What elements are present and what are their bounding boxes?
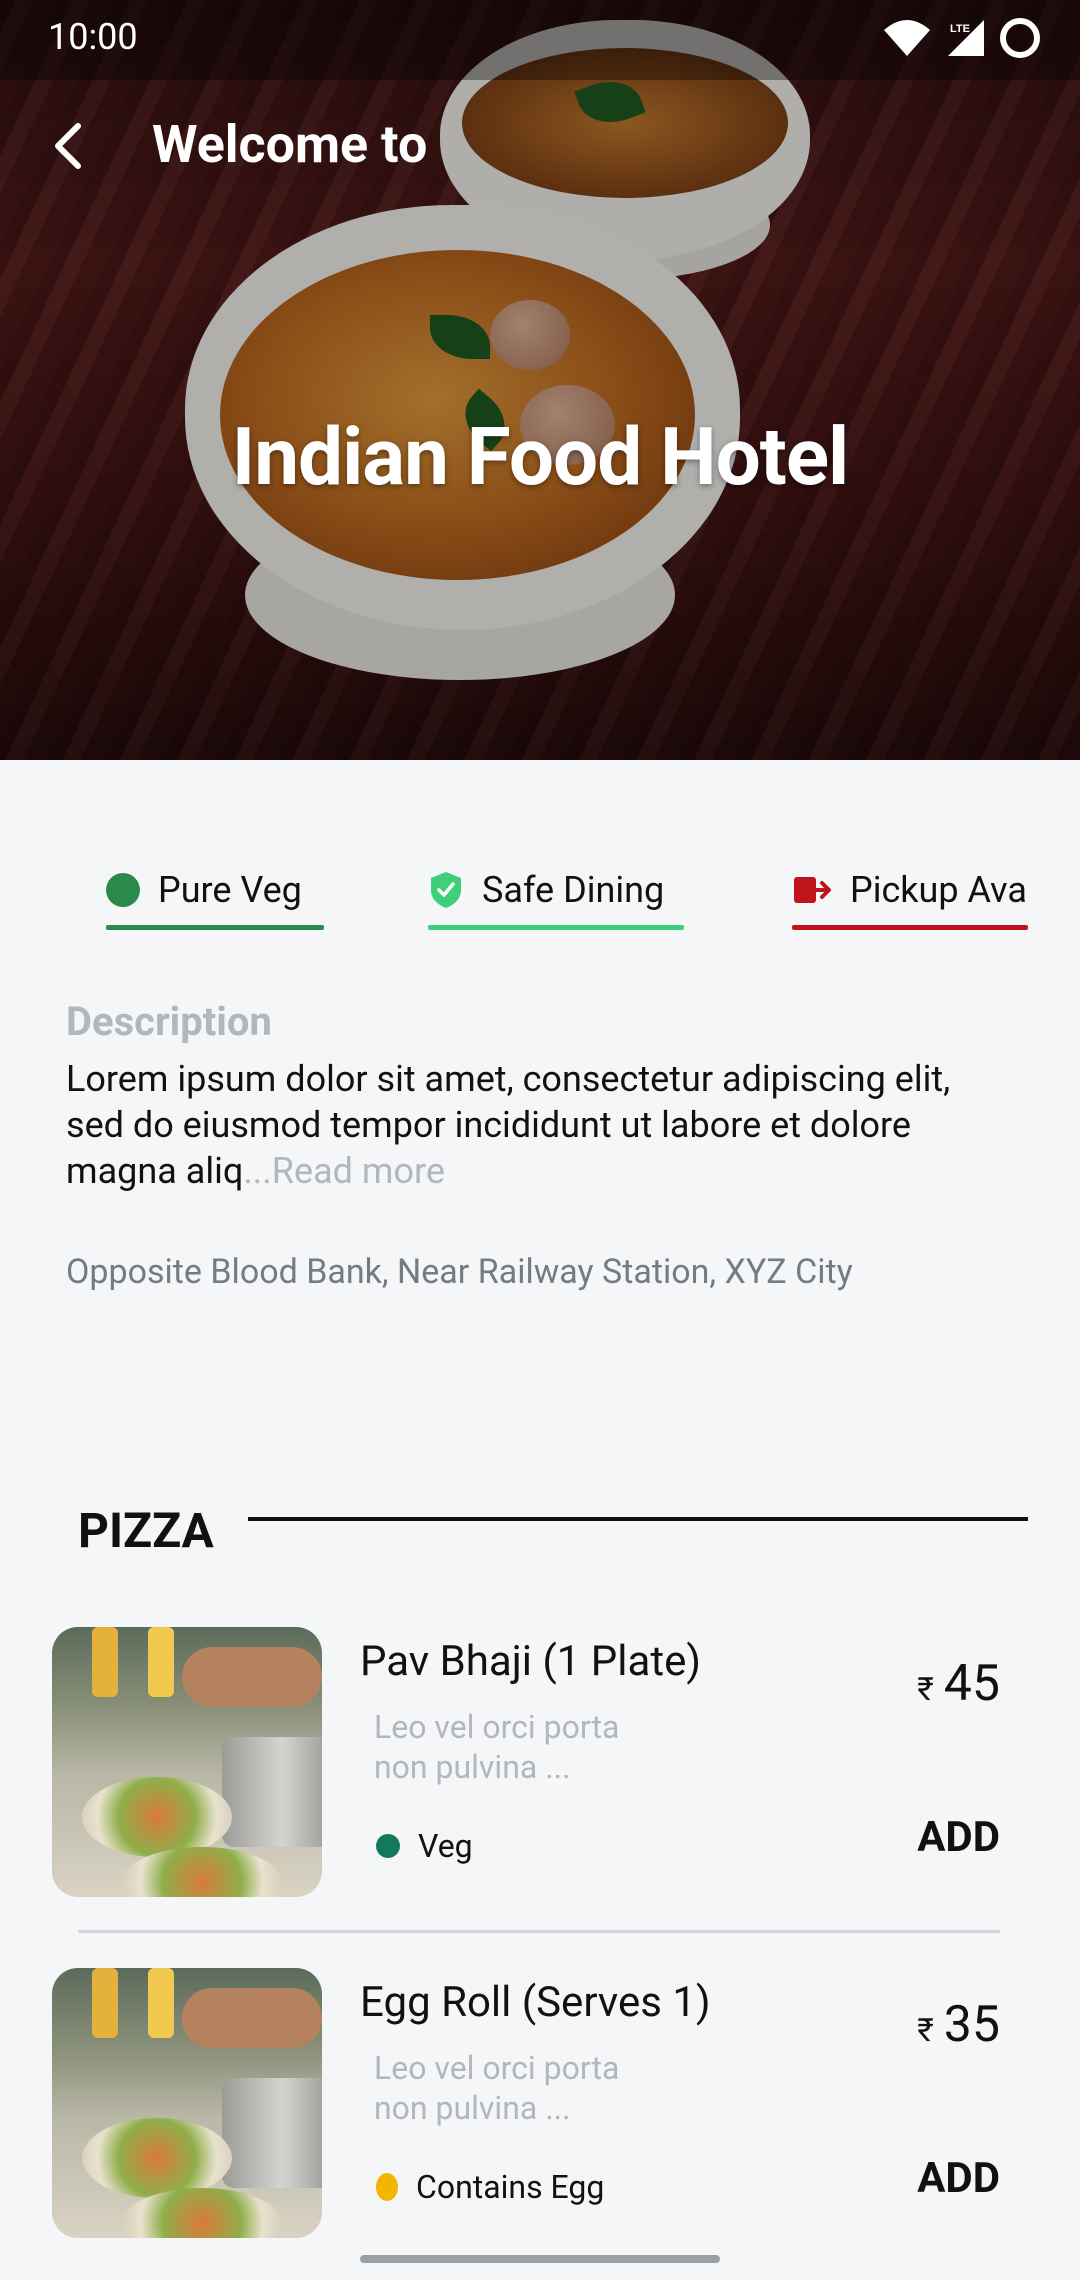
welcome-title: Welcome to bbox=[152, 114, 428, 175]
back-button[interactable] bbox=[36, 114, 100, 178]
feature-tags: Pure Veg Safe Dining Pickup Ava bbox=[0, 850, 1080, 930]
price-value: 35 bbox=[943, 1996, 1000, 2054]
top-app-bar: Welcome to bbox=[0, 100, 1080, 190]
item-description-line: non pulvina ... bbox=[374, 1748, 571, 1786]
chef-arm-image bbox=[182, 1647, 322, 1707]
diet-tag: Veg bbox=[376, 1827, 473, 1865]
veg-dot-icon bbox=[376, 1834, 400, 1858]
menu-item[interactable]: Pav Bhaji (1 Plate) Leo vel orci porta n… bbox=[0, 1625, 1080, 1905]
menu-item[interactable]: Egg Roll (Serves 1) Leo vel orci porta n… bbox=[0, 1966, 1080, 2246]
address-text: Opposite Blood Bank, Near Railway Statio… bbox=[66, 1252, 853, 1292]
rupee-icon: ₹ bbox=[917, 2011, 934, 2049]
battery-icon bbox=[1000, 18, 1040, 58]
diet-tag-label: Contains Egg bbox=[416, 2168, 605, 2206]
tag-underline bbox=[106, 925, 324, 930]
bottle-image bbox=[92, 1968, 118, 2038]
item-name: Egg Roll (Serves 1) bbox=[360, 1978, 711, 2027]
item-divider bbox=[78, 1930, 1000, 1933]
signal-lte-icon: LTE bbox=[948, 20, 984, 56]
pan-image bbox=[222, 2078, 322, 2188]
food-thumbnail bbox=[52, 1968, 322, 2238]
dish-image bbox=[82, 2118, 232, 2198]
green-dot-icon bbox=[106, 873, 140, 907]
tag-pure-veg[interactable]: Pure Veg bbox=[106, 850, 324, 930]
tag-underline bbox=[792, 925, 1028, 930]
home-indicator[interactable] bbox=[360, 2255, 720, 2263]
food-thumbnail bbox=[52, 1627, 322, 1897]
hotel-name: Indian Food Hotel bbox=[231, 410, 849, 504]
egg-dot-icon bbox=[376, 2173, 398, 2201]
pickup-exit-icon bbox=[794, 877, 831, 903]
item-description: Leo vel orci porta non pulvina ... bbox=[374, 2048, 674, 2128]
add-button[interactable]: ADD bbox=[917, 2154, 1000, 2203]
chef-arm-image bbox=[182, 1988, 322, 2048]
price-value: 45 bbox=[943, 1655, 1000, 1713]
rupee-icon: ₹ bbox=[917, 1670, 934, 1708]
shield-check-icon bbox=[431, 872, 461, 908]
item-description-line: Leo vel orci porta bbox=[374, 2049, 620, 2087]
read-more-link[interactable]: ...Read more bbox=[243, 1150, 445, 1192]
bottle-image bbox=[92, 1627, 118, 1697]
bottle-image bbox=[148, 1627, 174, 1697]
item-description-line: non pulvina ... bbox=[374, 2089, 571, 2127]
wifi-icon bbox=[884, 20, 930, 56]
item-price: ₹ 35 bbox=[917, 1996, 1000, 2054]
hero-banner: 10:00 LTE Welcome to Indian Food Hotel bbox=[0, 0, 1080, 760]
item-description: Leo vel orci porta non pulvina ... bbox=[374, 1707, 674, 1787]
item-price: ₹ 45 bbox=[917, 1655, 1000, 1713]
pan-image bbox=[222, 1737, 322, 1847]
tag-label: Pure Veg bbox=[158, 869, 302, 911]
description-body: Lorem ipsum dolor sit amet, consectetur … bbox=[66, 1058, 951, 1192]
diet-tag: Contains Egg bbox=[376, 2168, 604, 2206]
bottle-image bbox=[148, 1968, 174, 2038]
tag-label: Safe Dining bbox=[482, 869, 665, 911]
status-time: 10:00 bbox=[48, 16, 138, 58]
section-title: PIZZA bbox=[78, 1502, 214, 1559]
add-button[interactable]: ADD bbox=[917, 1813, 1000, 1862]
tag-underline bbox=[428, 925, 684, 930]
tag-pickup[interactable]: Pickup Ava bbox=[792, 850, 1028, 930]
section-divider bbox=[248, 1517, 1028, 1521]
tag-safe-dining[interactable]: Safe Dining bbox=[428, 850, 684, 930]
diet-tag-label: Veg bbox=[418, 1827, 473, 1865]
tag-label: Pickup Ava bbox=[850, 869, 1027, 911]
lte-label: LTE bbox=[950, 23, 970, 35]
dish-image bbox=[82, 1777, 232, 1857]
item-description-line: Leo vel orci porta bbox=[374, 1708, 620, 1746]
item-name: Pav Bhaji (1 Plate) bbox=[360, 1637, 701, 1686]
status-icons: LTE bbox=[882, 18, 1040, 58]
description-heading: Description bbox=[66, 998, 272, 1045]
chevron-left-icon bbox=[55, 123, 81, 169]
description-text: Lorem ipsum dolor sit amet, consectetur … bbox=[66, 1056, 1016, 1194]
status-bar: 10:00 LTE bbox=[0, 0, 1080, 80]
